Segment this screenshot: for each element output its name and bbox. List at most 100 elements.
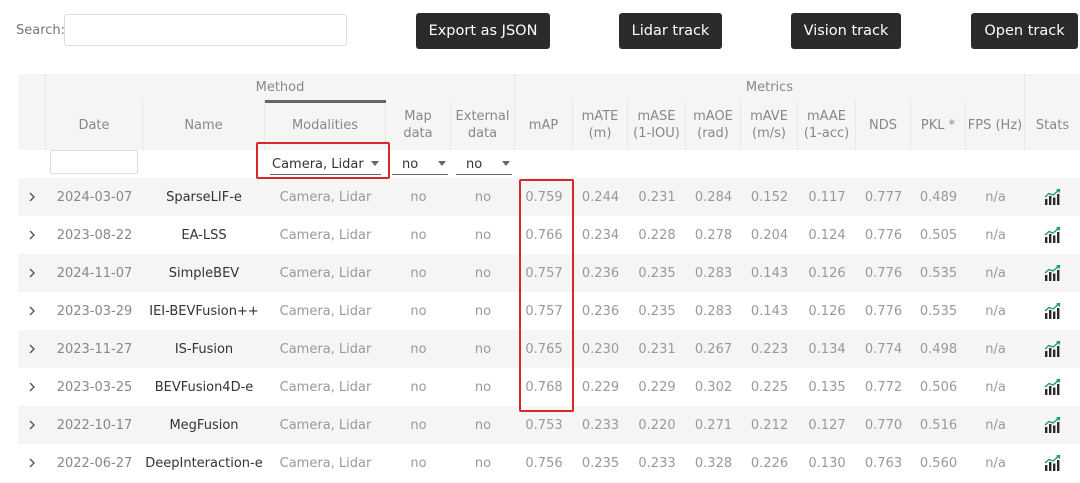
bar-chart-trend-icon[interactable] bbox=[1044, 417, 1062, 433]
lidar-track-button[interactable]: Lidar track bbox=[619, 13, 722, 49]
cell-mave: 0.143 bbox=[750, 303, 789, 319]
map-data-filter-dropdown[interactable]: no bbox=[392, 155, 448, 175]
cell-maae: 0.124 bbox=[808, 227, 846, 243]
cell-fps: n/a bbox=[985, 265, 1006, 281]
cell-pkl: 0.506 bbox=[919, 379, 958, 395]
table-row[interactable]: 2023-03-25 BEVFusion4D-e Camera, Lidar no no… bbox=[18, 368, 1080, 406]
cell-mate: 0.235 bbox=[581, 455, 620, 471]
export-json-button[interactable]: Export as JSON bbox=[416, 13, 550, 49]
cell-mate: 0.244 bbox=[581, 189, 620, 205]
group-spacer-end bbox=[1025, 74, 1080, 100]
chevron-right-icon[interactable] bbox=[28, 191, 36, 203]
cell-mate: 0.234 bbox=[581, 227, 620, 243]
vision-track-button[interactable]: Vision track bbox=[791, 13, 901, 49]
header-name[interactable]: Name bbox=[143, 100, 265, 150]
cell-map: 0.757 bbox=[525, 265, 563, 281]
chevron-right-icon[interactable] bbox=[28, 267, 36, 279]
table-row[interactable]: 2024-11-07 SimpleBEV Camera, Lidar no no 0.75… bbox=[18, 254, 1080, 292]
header-fps[interactable]: FPS (Hz) bbox=[966, 100, 1025, 150]
bar-chart-trend-icon[interactable] bbox=[1044, 189, 1062, 205]
cell-map-data: no bbox=[410, 189, 427, 205]
cell-fps: n/a bbox=[985, 227, 1006, 243]
cell-maoe: 0.271 bbox=[694, 417, 733, 433]
table-row[interactable]: 2023-11-27 IS-Fusion Camera, Lidar no no 0.76… bbox=[18, 330, 1080, 368]
cell-map-data: no bbox=[410, 379, 427, 395]
cell-fps: n/a bbox=[985, 189, 1006, 205]
cell-maoe: 0.278 bbox=[694, 227, 733, 243]
chevron-right-icon[interactable] bbox=[28, 305, 36, 317]
table-row[interactable]: 2022-06-27 DeepInteraction-e Camera, Lidar… bbox=[18, 444, 1080, 482]
cell-map-data: no bbox=[410, 265, 427, 281]
open-track-button[interactable]: Open track bbox=[971, 13, 1078, 49]
bar-chart-trend-icon[interactable] bbox=[1044, 341, 1062, 357]
header-mave[interactable]: mAVE (m/s) bbox=[741, 100, 798, 150]
cell-stats[interactable] bbox=[1025, 178, 1080, 216]
header-pkl[interactable]: PKL * bbox=[911, 100, 966, 150]
cell-modalities: Camera, Lidar bbox=[279, 341, 372, 357]
cell-external-data: no bbox=[474, 455, 492, 471]
table-row[interactable]: 2022-10-17 MegFusion Camera, Lidar no no 0.75… bbox=[18, 406, 1080, 444]
date-filter-input[interactable] bbox=[50, 150, 138, 174]
bar-chart-trend-icon[interactable] bbox=[1044, 455, 1062, 471]
modalities-filter-dropdown[interactable]: Camera, Lidar bbox=[270, 155, 381, 175]
header-mase[interactable]: mASE (1-IOU) bbox=[628, 100, 686, 150]
cell-modalities: Camera, Lidar bbox=[279, 189, 372, 205]
cell-stats[interactable] bbox=[1025, 368, 1080, 406]
cell-mave: 0.212 bbox=[750, 417, 789, 433]
chevron-down-icon bbox=[371, 161, 379, 166]
table-row[interactable]: 2023-03-29 IEI-BEVFusion++ Camera, Lidar no… bbox=[18, 292, 1080, 330]
search-input[interactable] bbox=[64, 14, 347, 46]
cell-pkl: 0.535 bbox=[919, 265, 958, 281]
chevron-right-icon[interactable] bbox=[28, 419, 36, 431]
header-maoe[interactable]: mAOE (rad) bbox=[686, 100, 741, 150]
table-row[interactable]: 2023-08-22 EA-LSS Camera, Lidar no no 0.766 0.… bbox=[18, 216, 1080, 254]
column-group-header: Method Metrics bbox=[18, 74, 1080, 100]
header-maae[interactable]: mAAE (1-acc) bbox=[798, 100, 856, 150]
chevron-right-icon[interactable] bbox=[28, 457, 36, 469]
header-modalities[interactable]: Modalities bbox=[265, 100, 386, 150]
bar-chart-trend-icon[interactable] bbox=[1044, 303, 1062, 319]
toolbar: Search: Export as JSON Lidar track Visio… bbox=[0, 0, 1080, 62]
cell-maae: 0.126 bbox=[808, 265, 846, 281]
header-external-data[interactable]: External data bbox=[451, 100, 515, 150]
cell-stats[interactable] bbox=[1025, 216, 1080, 254]
filter-row: Camera, Lidar no no bbox=[18, 150, 1080, 178]
header-map-data[interactable]: Map data bbox=[386, 100, 451, 150]
cell-name: EA-LSS bbox=[181, 227, 227, 243]
cell-nds: 0.774 bbox=[864, 341, 903, 357]
chevron-right-icon[interactable] bbox=[28, 381, 36, 393]
table-row[interactable]: 2024-03-07 SparseLIF-e Camera, Lidar no no 0.… bbox=[18, 178, 1080, 216]
sort-indicator bbox=[265, 100, 386, 103]
cell-maoe: 0.267 bbox=[694, 341, 733, 357]
chevron-right-icon[interactable] bbox=[28, 343, 36, 355]
cell-pkl: 0.489 bbox=[919, 189, 958, 205]
cell-nds: 0.763 bbox=[864, 455, 903, 471]
chevron-down-icon bbox=[438, 161, 446, 166]
header-expand bbox=[18, 100, 46, 150]
header-map[interactable]: mAP bbox=[515, 100, 573, 150]
header-date[interactable]: Date bbox=[46, 100, 143, 150]
header-nds[interactable]: NDS bbox=[856, 100, 911, 150]
map-data-filter-value: no bbox=[402, 157, 419, 172]
bar-chart-trend-icon[interactable] bbox=[1044, 265, 1062, 281]
cell-pkl: 0.516 bbox=[919, 417, 958, 433]
chevron-right-icon[interactable] bbox=[28, 229, 36, 241]
cell-mase: 0.229 bbox=[638, 379, 676, 395]
cell-stats[interactable] bbox=[1025, 406, 1080, 444]
cell-map: 0.759 bbox=[525, 189, 563, 205]
cell-nds: 0.772 bbox=[864, 379, 903, 395]
cell-stats[interactable] bbox=[1025, 330, 1080, 368]
cell-mase: 0.220 bbox=[638, 417, 676, 433]
cell-nds: 0.776 bbox=[864, 227, 903, 243]
cell-date: 2022-10-17 bbox=[56, 417, 133, 433]
modalities-filter-value: Camera, Lidar bbox=[272, 157, 364, 172]
external-data-filter-dropdown[interactable]: no bbox=[456, 155, 512, 175]
cell-stats[interactable] bbox=[1025, 292, 1080, 330]
cell-mave: 0.143 bbox=[750, 265, 789, 281]
cell-stats[interactable] bbox=[1025, 444, 1080, 482]
cell-map-data: no bbox=[410, 455, 427, 471]
cell-stats[interactable] bbox=[1025, 254, 1080, 292]
header-mate[interactable]: mATE (m) bbox=[573, 100, 628, 150]
bar-chart-trend-icon[interactable] bbox=[1044, 379, 1062, 395]
bar-chart-trend-icon[interactable] bbox=[1044, 227, 1062, 243]
